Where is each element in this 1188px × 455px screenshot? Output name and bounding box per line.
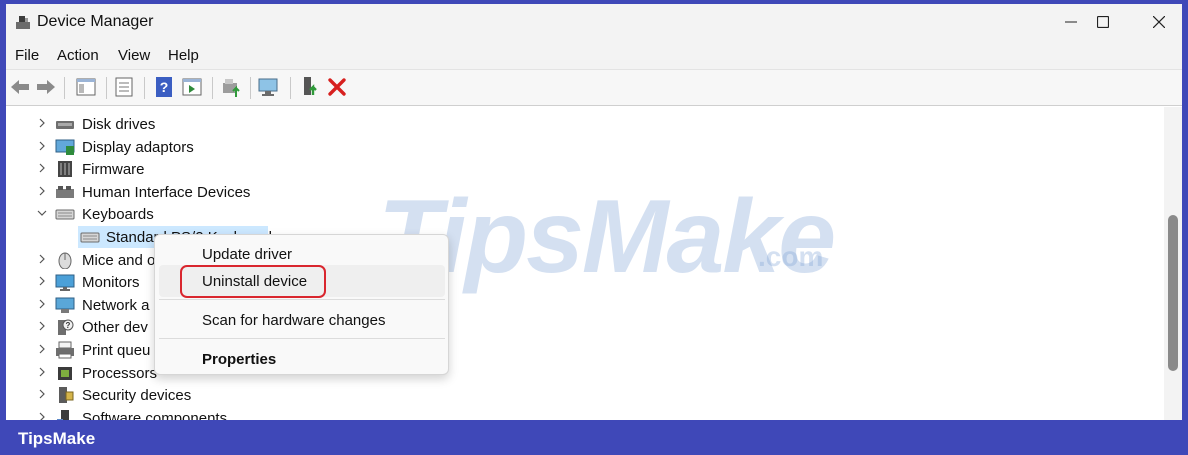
tree-item-label: Keyboards (82, 206, 154, 224)
processor-icon (58, 366, 72, 380)
chevron-right-icon[interactable] (37, 163, 47, 173)
toolbar-separator (106, 77, 107, 99)
svg-text:?: ? (66, 321, 71, 330)
title-bar: Device Manager (6, 4, 1182, 40)
chevron-right-icon[interactable] (37, 344, 47, 354)
menu-separator (159, 299, 445, 300)
menu-view[interactable]: View (118, 47, 150, 64)
footer-brand: TipsMake (18, 429, 96, 448)
monitor-icon (55, 274, 75, 292)
menu-item-properties[interactable]: Properties (202, 351, 276, 368)
tree-item-label: Monitors (82, 274, 140, 292)
hid-icon (56, 185, 74, 198)
tree-item-label: Software components (82, 409, 228, 420)
chevron-right-icon[interactable] (37, 186, 47, 196)
chevron-right-icon[interactable] (37, 367, 47, 377)
menu-help[interactable]: Help (168, 47, 199, 64)
toolbar: ? (6, 70, 1182, 106)
tree-category-item[interactable]: Software components (6, 407, 1164, 420)
tree-item-label: Print queu (82, 342, 151, 359)
tree-category-item[interactable]: Firmware (6, 158, 1164, 180)
back-arrow-icon[interactable] (8, 75, 32, 99)
tree-category-item[interactable]: Security devices (6, 384, 1164, 406)
chevron-right-icon[interactable] (37, 276, 47, 286)
chevron-right-icon[interactable] (37, 389, 47, 399)
menu-bar: File Action View Help (6, 40, 1182, 70)
mouse-icon (58, 252, 72, 269)
chevron-right-icon[interactable] (37, 141, 47, 151)
keyboard-icon (80, 232, 100, 243)
menu-separator (159, 338, 445, 339)
scrollbar-thumb[interactable] (1168, 215, 1178, 371)
menu-item-update-driver[interactable]: Update driver (202, 246, 292, 263)
update-driver-icon[interactable] (219, 75, 243, 99)
toolbar-separator (290, 77, 291, 99)
display-adapter-icon (55, 139, 75, 155)
tree-item-label: Network a (82, 296, 150, 314)
maximize-button[interactable] (1080, 4, 1126, 40)
tree-category-item[interactable]: Display adaptors (6, 136, 1164, 158)
tree-item-label: Other dev (82, 319, 148, 337)
chevron-right-icon[interactable] (37, 299, 47, 309)
show-hide-console-tree-icon[interactable] (74, 75, 98, 99)
enable-device-icon[interactable] (297, 75, 321, 99)
window-title: Device Manager (37, 13, 154, 30)
minimize-icon (1065, 21, 1077, 23)
watermark-suffix: .com (758, 241, 824, 272)
tree-item-label: Disk drives (82, 116, 156, 133)
toolbar-separator (64, 77, 65, 99)
close-icon (1153, 16, 1165, 28)
forward-arrow-icon[interactable] (34, 75, 58, 99)
disk-drive-icon (56, 121, 74, 129)
menu-item-scan-hardware[interactable]: Scan for hardware changes (202, 312, 385, 329)
printer-icon (56, 341, 74, 359)
toolbar-separator (212, 77, 213, 99)
action-pane-icon[interactable] (180, 75, 204, 99)
toolbar-separator (250, 77, 251, 99)
software-component-icon (57, 409, 69, 420)
vertical-scrollbar[interactable] (1164, 107, 1182, 420)
firmware-icon (58, 161, 72, 178)
chevron-right-icon[interactable] (37, 412, 47, 420)
security-device-icon (59, 387, 74, 404)
chevron-right-icon[interactable] (37, 321, 47, 331)
tree-item-label: Mice and o (82, 251, 156, 269)
tree-item-label: Human Interface Devices (82, 183, 251, 201)
other-device-icon: ? (58, 319, 74, 336)
toolbar-separator (144, 77, 145, 99)
tree-item-label: Security devices (82, 387, 192, 405)
tree-item-label: Display adaptors (82, 138, 194, 156)
network-adapter-icon (55, 297, 75, 313)
close-button[interactable] (1136, 4, 1182, 40)
scan-hardware-icon[interactable] (257, 75, 281, 99)
chevron-right-icon[interactable] (37, 254, 47, 264)
properties-icon[interactable] (112, 75, 136, 99)
tree-item-label: Firmware (82, 161, 145, 179)
keyboard-icon (55, 209, 75, 220)
device-manager-app-icon (16, 16, 30, 29)
tree-item-label: Processors (82, 364, 158, 382)
chevron-down-icon[interactable] (37, 208, 47, 218)
context-menu: Update driver Uninstall device Scan for … (154, 234, 449, 375)
tree-category-item[interactable]: Disk drives (6, 113, 1164, 135)
menu-action[interactable]: Action (57, 47, 99, 64)
menu-file[interactable]: File (15, 47, 39, 64)
device-manager-window: Device Manager File Action View Help ? D… (6, 4, 1182, 420)
help-icon[interactable]: ? (152, 75, 176, 99)
maximize-icon (1097, 16, 1109, 28)
svg-text:?: ? (160, 79, 169, 95)
highlight-annotation (180, 265, 326, 298)
uninstall-device-icon[interactable] (325, 75, 349, 99)
chevron-right-icon[interactable] (37, 118, 47, 128)
